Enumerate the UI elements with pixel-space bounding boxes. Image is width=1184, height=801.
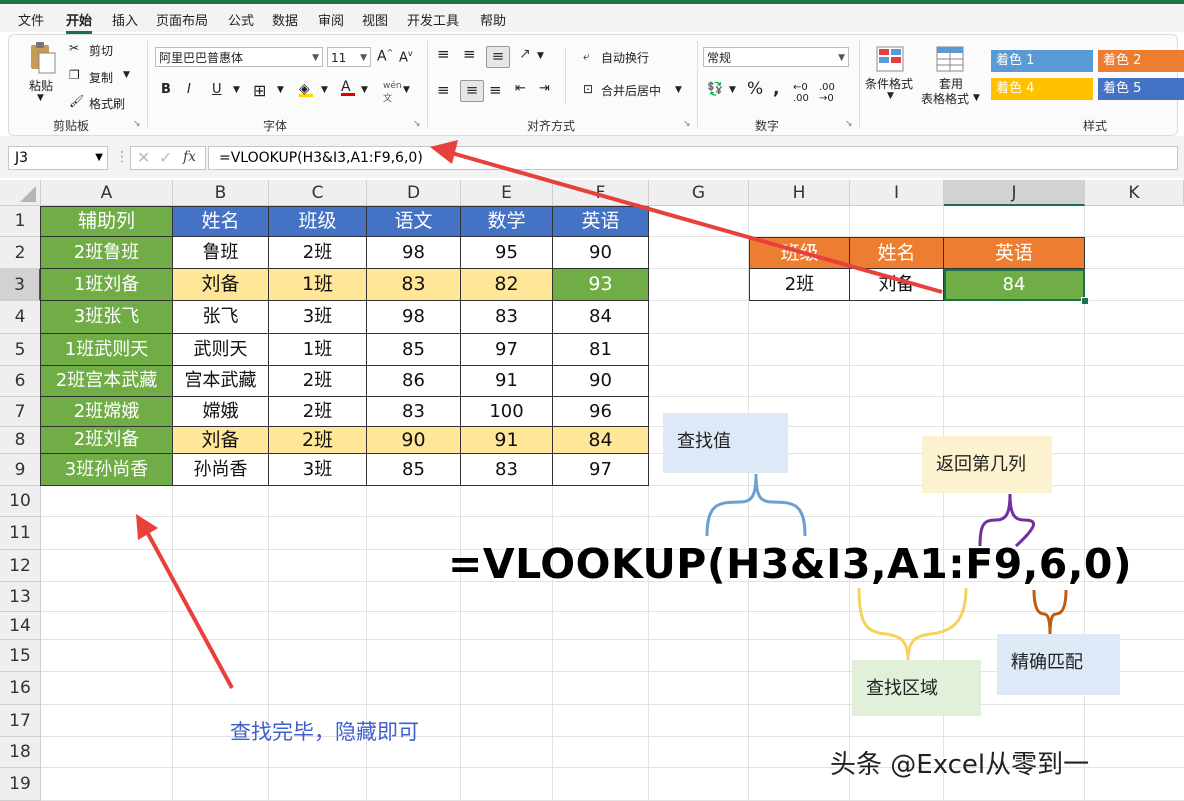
arrow-to-helper-head	[136, 514, 158, 540]
arrow-to-formula-line	[447, 150, 943, 294]
return-column-brace-fix	[1010, 520, 1017, 546]
lookup-range-brace	[857, 587, 968, 661]
return-column-brace	[978, 493, 1035, 548]
lookup-value-brace	[705, 473, 807, 537]
annotation-overlay	[136, 140, 1068, 689]
exact-match-brace	[1032, 589, 1068, 635]
arrow-to-formula-head	[430, 140, 458, 164]
arrow-to-helper-line	[144, 529, 234, 689]
